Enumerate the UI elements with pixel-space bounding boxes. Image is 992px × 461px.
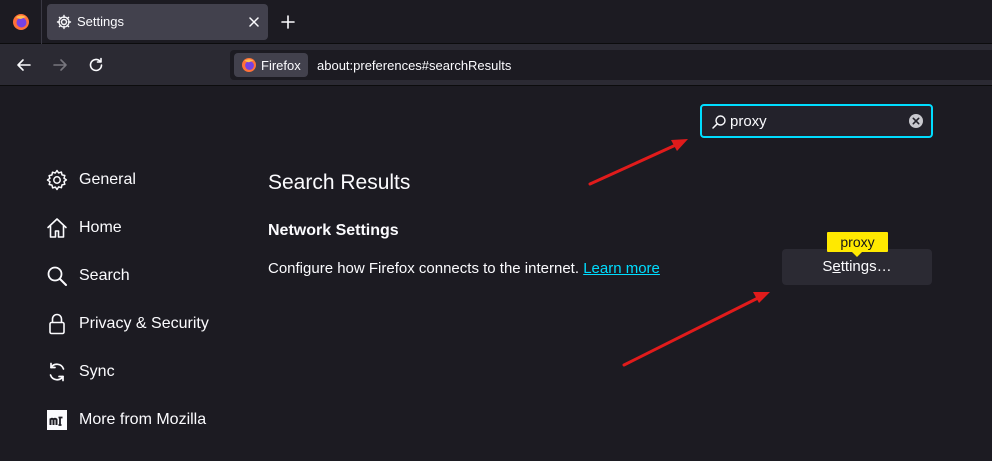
gear-icon	[56, 14, 72, 30]
mozilla-icon	[47, 410, 67, 430]
identity-box[interactable]: Firefox	[234, 53, 308, 77]
tab-strip: Settings	[0, 0, 992, 44]
url-bar[interactable]: Firefox about:preferences#searchResults	[230, 50, 992, 80]
sync-icon	[49, 362, 65, 382]
sidebar-item-label: More from Mozilla	[79, 411, 207, 428]
search-icon	[47, 266, 67, 286]
preferences-search-box[interactable]	[700, 104, 933, 138]
sidebar-item-label: Sync	[79, 363, 115, 380]
annotation-arrow-to-search	[588, 139, 688, 186]
preferences-page: General Home Search Privacy & Security	[0, 87, 992, 461]
sidebar-item-general[interactable]: General	[44, 165, 244, 195]
sidebar-item-label: General	[79, 171, 136, 188]
sidebar-item-search[interactable]: Search	[44, 261, 244, 291]
sidebar-item-label: Privacy & Security	[79, 315, 209, 332]
sidebar-item-privacy-security[interactable]: Privacy & Security	[44, 309, 244, 339]
sidebar-item-more-from-mozilla[interactable]: More from Mozilla	[44, 405, 244, 435]
annotation-arrow-to-settings-button	[622, 292, 770, 367]
search-icon	[712, 115, 726, 129]
sidebar-item-label: Home	[79, 219, 122, 236]
search-highlight-tooltip: proxy	[827, 232, 888, 257]
firefox-logo-icon	[242, 58, 256, 72]
back-arrow-icon[interactable]	[15, 56, 33, 74]
forward-arrow-icon[interactable]	[51, 56, 69, 74]
sidebar-item-home[interactable]: Home	[44, 213, 244, 243]
description-text: Configure how Firefox connects to the in…	[268, 260, 580, 277]
sidebar-item-sync[interactable]: Sync	[44, 357, 244, 387]
reload-icon[interactable]	[87, 56, 105, 74]
button-label-start: S	[822, 258, 833, 275]
plus-icon[interactable]	[280, 14, 296, 30]
identity-label: Firefox	[261, 58, 301, 73]
learn-more-link[interactable]: Learn more	[583, 260, 660, 277]
button-label-accesskey: e	[832, 258, 841, 275]
section-description: Configure how Firefox connects to the in…	[268, 260, 660, 277]
firefox-logo-icon	[12, 14, 29, 30]
gear-icon	[46, 169, 68, 191]
tab-settings[interactable]: Settings	[47, 4, 268, 40]
sidebar-item-label: Search	[79, 267, 130, 284]
firefox-view-button[interactable]	[0, 0, 42, 44]
url-text[interactable]: about:preferences#searchResults	[317, 58, 511, 73]
close-icon[interactable]	[246, 14, 262, 30]
clear-search-icon[interactable]	[908, 113, 924, 129]
section-title: Network Settings	[268, 222, 399, 239]
navigation-toolbar: Firefox about:preferences#searchResults	[0, 44, 992, 86]
lock-icon	[49, 313, 65, 335]
home-icon	[47, 218, 67, 238]
button-label-end: ttings…	[840, 258, 892, 275]
search-input[interactable]	[730, 110, 900, 132]
tab-title: Settings	[77, 14, 124, 29]
page-title: Search Results	[268, 171, 411, 194]
